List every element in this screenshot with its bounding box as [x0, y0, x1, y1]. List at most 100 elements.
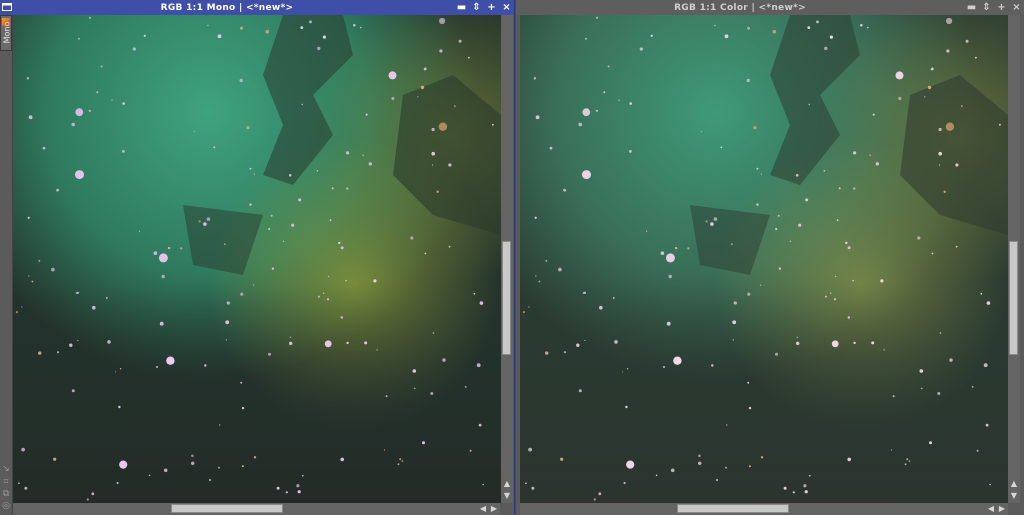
star [961, 105, 963, 107]
title-bar[interactable]: RGB 1:1 Mono | <*new*> ▬ ⇕ + × [0, 0, 514, 15]
close-icon[interactable]: × [501, 2, 512, 13]
horizontal-scroll-thumb[interactable] [171, 504, 283, 513]
scroll-right-icon[interactable]: ▶ [489, 503, 499, 515]
star [436, 190, 439, 193]
star [746, 78, 750, 83]
star [253, 284, 255, 286]
star [442, 358, 446, 362]
star [875, 162, 879, 166]
image-canvas[interactable] [520, 15, 1008, 503]
star [410, 236, 414, 240]
star [756, 167, 759, 170]
horizontal-scrollbar[interactable]: ◀ ▶ [13, 503, 500, 515]
star [42, 146, 46, 150]
star [413, 387, 416, 390]
star [217, 34, 222, 39]
star [430, 392, 434, 395]
star [733, 301, 737, 305]
vertical-scroll-thumb[interactable] [502, 241, 511, 355]
star [417, 96, 419, 98]
star [710, 222, 714, 226]
star [346, 187, 349, 190]
star [21, 306, 23, 308]
star [296, 484, 300, 488]
arrow-icon[interactable]: ↘ [1, 464, 11, 474]
star [711, 364, 714, 367]
target-icon[interactable]: ◎ [1, 501, 11, 511]
star [946, 49, 950, 53]
image-window-mono[interactable]: RGB 1:1 Mono | <*new*> ▬ ⇕ + × Mono ↘ ⌗ … [0, 0, 515, 515]
star [700, 130, 703, 133]
star [971, 385, 974, 388]
image-canvas[interactable] [13, 15, 501, 503]
scroll-right-icon[interactable]: ▶ [997, 503, 1007, 515]
star [847, 316, 850, 319]
star [88, 109, 91, 112]
star [454, 105, 456, 107]
star [56, 351, 60, 354]
scroll-down-icon[interactable]: ▼ [501, 491, 513, 501]
shade-icon[interactable]: ⇕ [471, 2, 482, 13]
star [132, 47, 136, 51]
star [783, 486, 787, 490]
star [376, 349, 378, 351]
window-title: RGB 1:1 Color | <*new*> [674, 2, 806, 13]
star [955, 245, 958, 248]
crop-icon[interactable]: ⌗ [1, 477, 11, 487]
vertical-scroll-thumb[interactable] [1009, 241, 1018, 355]
star [975, 56, 977, 59]
star [560, 457, 564, 461]
star [753, 126, 757, 130]
star [705, 220, 708, 223]
star [662, 365, 666, 369]
scroll-up-icon[interactable]: ▲ [501, 479, 513, 489]
star [100, 65, 103, 68]
shade-icon[interactable]: ⇕ [981, 2, 992, 13]
star [51, 267, 55, 272]
maximize-icon[interactable]: + [486, 2, 497, 13]
vertical-scrollbar[interactable]: ▲ ▼ [1008, 15, 1020, 503]
star [796, 341, 800, 346]
star [895, 71, 904, 80]
star [340, 457, 345, 462]
horizontal-scroll-thumb[interactable] [677, 504, 789, 513]
view-sidebar [0, 15, 13, 515]
identifier-tab[interactable]: Mono [0, 15, 12, 51]
scroll-left-icon[interactable]: ◀ [478, 503, 488, 515]
star [77, 339, 79, 341]
star [353, 23, 356, 27]
star [945, 122, 955, 131]
copy-icon[interactable]: ⧉ [1, 489, 11, 499]
nebula-image [13, 15, 501, 503]
star [111, 99, 113, 101]
scroll-up-icon[interactable]: ▲ [1008, 479, 1020, 489]
star [673, 356, 682, 365]
star [163, 468, 168, 473]
minimize-icon[interactable]: ▬ [966, 2, 977, 13]
scroll-down-icon[interactable]: ▼ [1008, 491, 1020, 501]
image-window-color[interactable]: RGB 1:1 Color | <*new*> ▬ ⇕ + × ▲ ▼ ◀ ▶ [516, 0, 1024, 515]
star [760, 456, 764, 459]
close-icon[interactable]: × [1011, 2, 1022, 13]
minimize-icon[interactable]: ▬ [456, 2, 467, 13]
star [71, 122, 75, 127]
star [871, 341, 875, 345]
scroll-left-icon[interactable]: ◀ [986, 503, 996, 515]
star [731, 243, 733, 245]
star [116, 481, 119, 485]
star [241, 406, 245, 410]
star [316, 170, 319, 172]
star [847, 246, 851, 250]
maximize-icon[interactable]: + [996, 2, 1007, 13]
title-bar[interactable]: RGB 1:1 Color | <*new*> ▬ ⇕ + × [516, 0, 1024, 15]
star [478, 423, 482, 427]
vertical-scrollbar[interactable]: ▲ ▼ [501, 15, 513, 503]
star [265, 29, 270, 34]
star [26, 77, 30, 80]
horizontal-scrollbar[interactable]: ◀ ▶ [520, 503, 1008, 515]
star [531, 486, 535, 490]
star [946, 17, 953, 25]
star [760, 173, 762, 175]
star [980, 292, 983, 295]
star [824, 46, 828, 51]
